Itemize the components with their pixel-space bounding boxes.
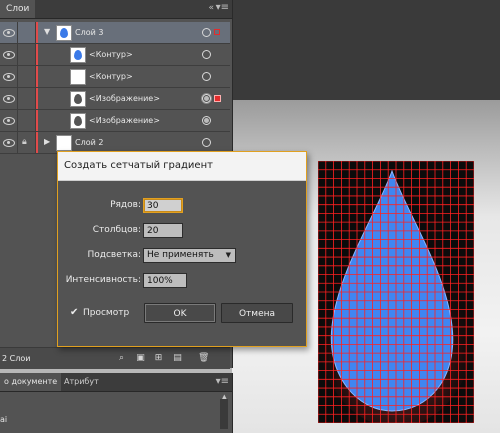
layer-color-bar [36,44,38,65]
layer-color-bar [36,66,38,87]
eye-icon [3,139,15,147]
visibility-toggle[interactable] [0,132,18,153]
eye-icon [3,29,15,37]
drop-thumb-icon [74,116,82,126]
layer-name[interactable]: Слой 3 [75,22,103,43]
chevron-down-icon: ▼ [225,251,231,259]
rows-label: Рядов: [110,200,141,210]
backlight-value: Не применять [147,250,214,260]
dialog-title: Создать сетчатый градиент [58,152,306,181]
create-gradient-mesh-dialog: Создать сетчатый градиент Рядов: 30 Стол… [57,151,307,347]
preview-checkbox-label[interactable]: Просмотр [83,307,129,320]
layer-row-path-1[interactable]: <Контур> [0,44,230,66]
trash-icon[interactable]: 🗑︎ [198,353,209,364]
target-icon[interactable] [202,50,211,59]
rows-input[interactable]: 30 [143,198,183,213]
lock-icon: 🔒︎ [22,137,27,147]
mesh-grid [318,161,474,423]
checkmark-icon[interactable]: ✔ [70,307,78,318]
expand-arrow-icon[interactable]: ▼ [44,27,50,36]
intensity-label: Интенсивность: [65,275,141,285]
layer-name[interactable]: <Контур> [89,44,133,65]
layers-panel-footer: 2 Слои ⌕ ▣ ⊞ ▤ 🗑︎ [0,347,230,369]
lock-toggle[interactable] [18,110,36,131]
collapse-icon[interactable]: « [208,4,214,13]
eye-icon [3,51,15,59]
eye-icon [3,117,15,125]
locate-object-icon[interactable]: ⌕ [116,353,127,364]
layers-panel-header: Слои « ▾≡ [0,0,232,19]
eye-icon [3,73,15,81]
columns-input[interactable]: 20 [143,223,183,238]
cancel-button[interactable]: Отмена [221,303,293,323]
selection-indicator[interactable] [214,29,220,35]
target-icon[interactable] [202,94,211,103]
document-filename: ai [0,415,8,424]
target-icon[interactable] [202,116,211,125]
visibility-toggle[interactable] [0,88,18,109]
layer-thumbnail [70,91,86,107]
lock-toggle[interactable] [18,22,36,43]
backlight-label: Подсветка: [87,250,141,260]
layer-name[interactable]: <Изображение> [89,88,160,109]
visibility-toggle[interactable] [0,110,18,131]
layer-row-layer3[interactable]: ▼ Слой 3 [0,22,230,44]
visibility-toggle[interactable] [0,22,18,43]
layer-color-bar [36,132,38,153]
layer-row-image-1[interactable]: <Изображение> [0,88,230,110]
panel-menu-icon[interactable]: ▾≡ [216,3,229,13]
tab-layers[interactable]: Слои [0,0,36,18]
backlight-select[interactable]: Не применять ▼ [143,248,236,263]
canvas-pasteboard [232,0,500,100]
drop-thumb-icon [74,94,82,104]
layer-name[interactable]: <Изображение> [89,110,160,131]
layer-color-bar [36,88,38,109]
eye-icon [3,95,15,103]
make-clipping-mask-icon[interactable]: ▣ [135,353,146,364]
layer-thumbnail [70,113,86,129]
document-panel-header: о документе Атрибут ▾≡ [0,373,232,392]
intensity-input[interactable]: 100% [143,273,187,288]
drop-thumb-icon [60,28,68,38]
new-layer-icon[interactable]: ▤ [172,353,183,364]
layer-thumbnail [70,69,86,85]
lock-toggle[interactable] [18,66,36,87]
create-sublayer-icon[interactable]: ⊞ [153,353,164,364]
lock-toggle[interactable]: 🔒︎ [18,132,36,153]
layer-thumbnail [56,135,72,151]
visibility-toggle[interactable] [0,66,18,87]
tab-document-info[interactable]: о документе [0,373,62,391]
layer-row-path-2[interactable]: <Контур> [0,66,230,88]
layer-name[interactable]: Слой 2 [75,132,103,153]
document-info-panel: о документе Атрибут ▾≡ ▲ ai [0,373,233,433]
expand-arrow-icon[interactable]: ▶ [44,137,50,146]
selection-indicator[interactable] [214,95,221,102]
lock-toggle[interactable] [18,44,36,65]
scrollbar[interactable] [220,399,228,429]
layer-name[interactable]: <Контур> [89,66,133,87]
layer-color-bar [36,22,38,43]
mesh-gradient-drop[interactable] [318,161,474,423]
target-icon[interactable] [202,28,211,37]
drop-thumb-icon [74,50,82,60]
ok-button[interactable]: OK [144,303,216,323]
columns-label: Столбцов: [92,225,141,235]
layer-count: 2 Слои [2,354,31,363]
layer-color-bar [36,110,38,131]
target-icon[interactable] [202,72,211,81]
layer-row-image-2[interactable]: <Изображение> [0,110,230,132]
panel-menu-icon[interactable]: ▾≡ [216,376,229,387]
visibility-toggle[interactable] [0,44,18,65]
lock-toggle[interactable] [18,88,36,109]
target-icon[interactable] [202,138,211,147]
tab-attributes[interactable]: Атрибут [60,373,103,391]
layer-thumbnail [70,47,86,63]
layer-thumbnail [56,25,72,41]
